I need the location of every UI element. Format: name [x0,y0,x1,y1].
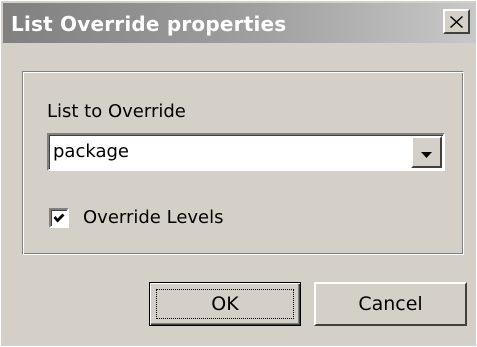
checkmark-icon [53,209,65,228]
cancel-button-label: Cancel [358,293,423,315]
window-title: List Override properties [11,12,287,36]
list-to-override-label: List to Override [47,101,186,122]
override-levels-checkbox[interactable] [49,208,69,228]
dialog-window: List Override properties List to Overrid… [0,0,477,347]
close-button[interactable] [443,9,470,34]
select-value: package [53,141,129,162]
focus-rectangle [156,289,294,319]
title-bar[interactable]: List Override properties [3,3,476,43]
dropdown-button[interactable] [411,136,442,168]
override-levels-label[interactable]: Override Levels [83,207,224,228]
close-icon [450,15,463,28]
chevron-down-icon [421,143,432,162]
ok-button[interactable]: OK [149,282,301,326]
list-to-override-select[interactable]: package [47,133,445,171]
cancel-button[interactable]: Cancel [314,282,467,326]
